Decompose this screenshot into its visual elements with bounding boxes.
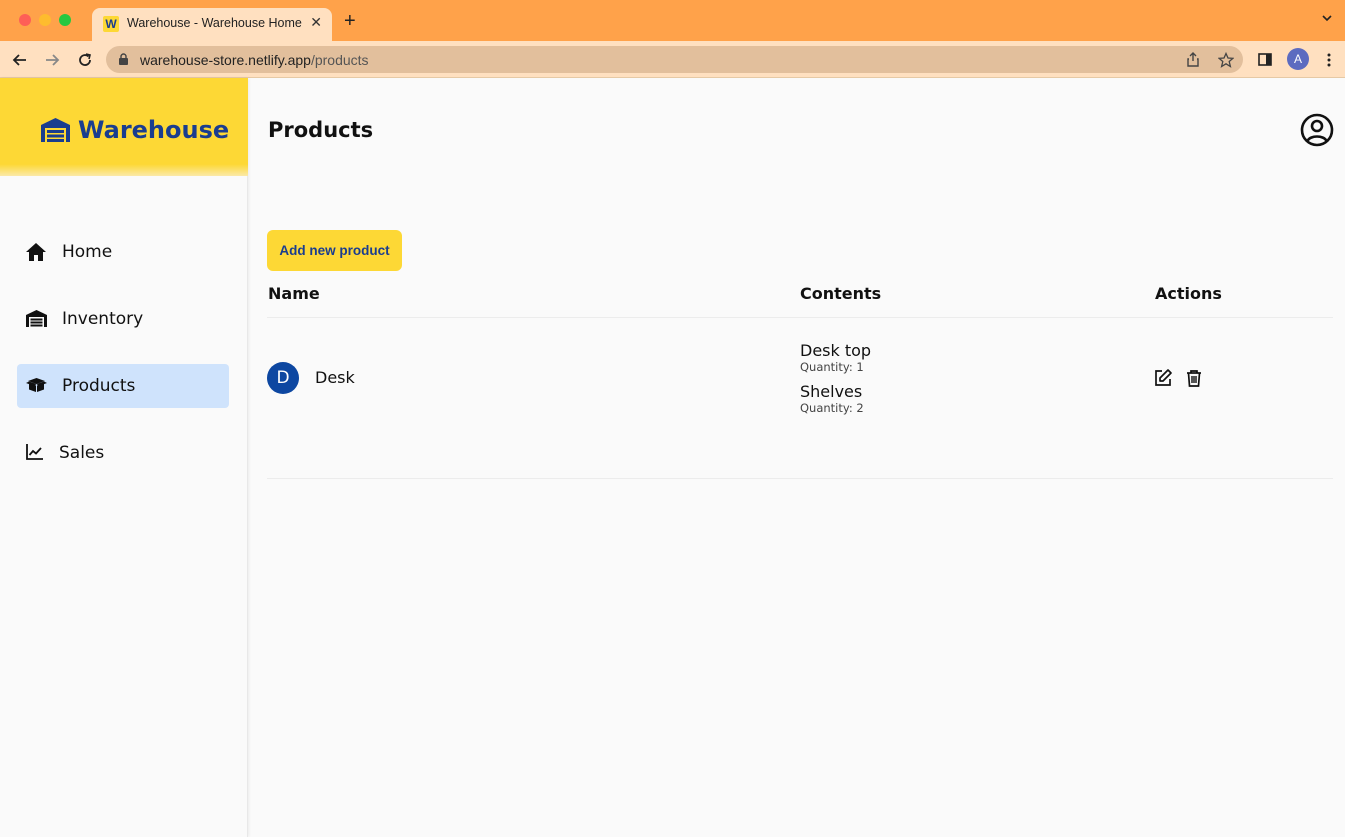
browser-profile-avatar[interactable]: A: [1287, 48, 1309, 70]
new-tab-icon[interactable]: +: [344, 10, 356, 33]
table-row-divider: [267, 478, 1333, 479]
brand-name: Warehouse: [78, 116, 230, 144]
add-new-product-button[interactable]: Add new product: [267, 230, 402, 271]
warehouse-logo-icon: [41, 118, 70, 142]
address-bar[interactable]: warehouse-store.netlify.app/products: [106, 46, 1243, 73]
column-header-name: Name: [268, 284, 320, 303]
bookmark-star-icon[interactable]: [1218, 52, 1234, 68]
sidebar-item-label: Sales: [59, 443, 105, 463]
back-icon[interactable]: [10, 50, 30, 70]
column-header-actions: Actions: [1155, 284, 1222, 303]
edit-icon[interactable]: [1153, 368, 1173, 388]
sidebar-item-home[interactable]: Home: [17, 230, 229, 274]
warehouse-icon: [26, 310, 47, 327]
column-header-contents: Contents: [800, 284, 882, 303]
minimize-window-button[interactable]: [39, 14, 51, 26]
forward-icon[interactable]: [42, 50, 62, 70]
browser-toolbar: warehouse-store.netlify.app/products: [0, 41, 1345, 78]
page-title: Products: [268, 118, 374, 142]
content-item-quantity: Quantity: 2: [800, 401, 864, 415]
browser-menu-icon[interactable]: [1326, 52, 1332, 68]
box-icon: [26, 378, 47, 392]
sidebar-item-products[interactable]: Products: [17, 364, 229, 408]
sidebar-item-label: Inventory: [62, 309, 144, 329]
browser-tab[interactable]: W Warehouse - Warehouse Home ✕: [92, 8, 332, 41]
home-icon: [26, 243, 46, 261]
url-text: warehouse-store.netlify.app/products: [140, 52, 369, 68]
lock-icon: [119, 53, 128, 65]
sidebar-item-inventory[interactable]: Inventory: [17, 297, 229, 341]
chart-line-icon: [26, 444, 43, 460]
delete-trash-icon[interactable]: [1184, 368, 1204, 388]
close-window-button[interactable]: [19, 14, 31, 26]
browser-titlebar: W Warehouse - Warehouse Home ✕ +: [0, 0, 1345, 41]
sidebar: Warehouse Home Inventory Products Sales: [0, 78, 248, 837]
content-item-name: Desk top: [800, 341, 872, 360]
table-header-divider: [267, 317, 1333, 318]
reload-icon[interactable]: [75, 50, 95, 70]
user-account-icon[interactable]: [1300, 113, 1334, 147]
sidebar-item-label: Home: [62, 242, 113, 262]
tab-title: Warehouse - Warehouse Home: [127, 16, 302, 30]
chevron-down-icon[interactable]: [1321, 12, 1333, 24]
url-path: /products: [310, 52, 369, 68]
sidebar-item-label: Products: [62, 376, 136, 396]
brand-header[interactable]: Warehouse: [0, 78, 248, 176]
close-tab-icon[interactable]: ✕: [310, 14, 322, 31]
sidebar-item-sales[interactable]: Sales: [17, 431, 229, 475]
content-item-quantity: Quantity: 1: [800, 360, 864, 374]
product-avatar: D: [267, 362, 299, 394]
product-name: Desk: [315, 368, 355, 387]
favicon-icon: W: [103, 16, 119, 32]
side-panel-icon[interactable]: [1258, 53, 1272, 66]
content-item-name: Shelves: [800, 382, 863, 401]
share-icon[interactable]: [1186, 52, 1200, 67]
url-host: warehouse-store.netlify.app: [140, 52, 311, 68]
maximize-window-button[interactable]: [59, 14, 71, 26]
